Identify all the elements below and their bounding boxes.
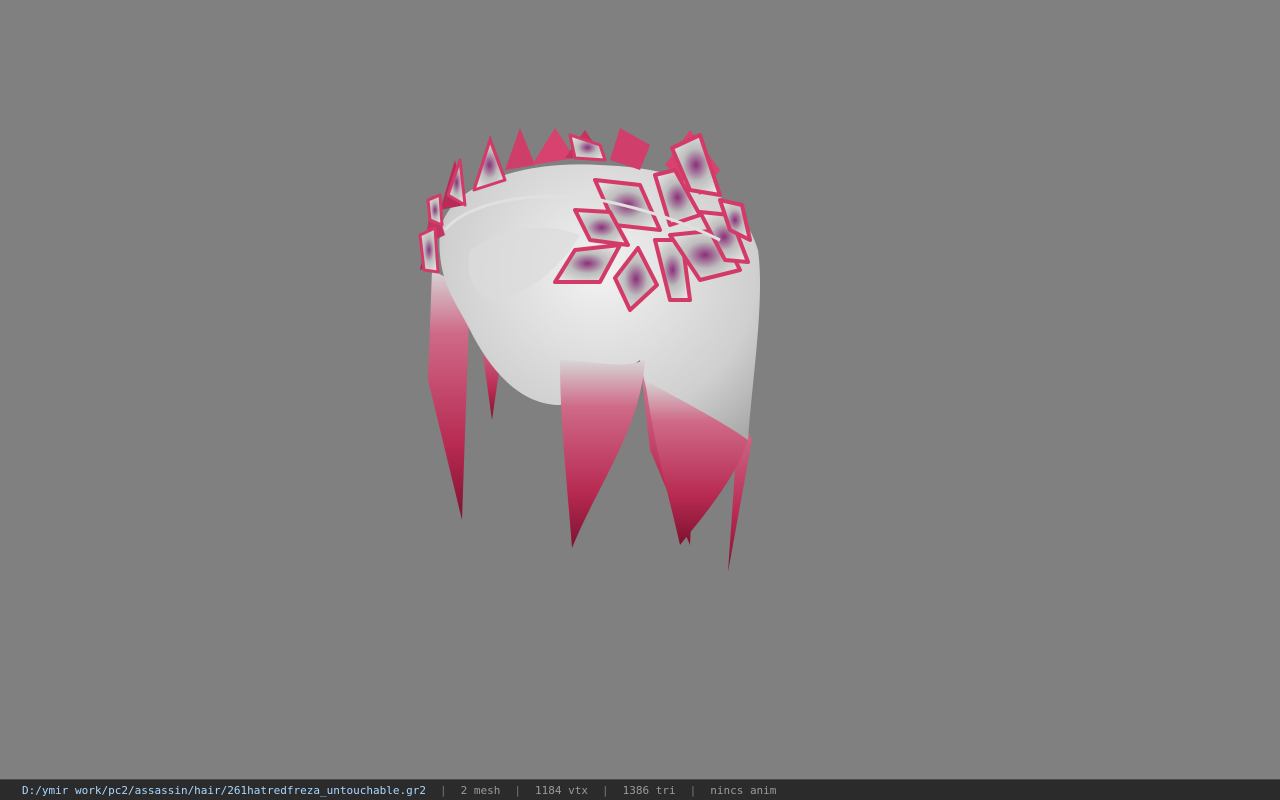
- separator: |: [439, 783, 447, 797]
- file-path: D:/ymir work/pc2/assassin/hair/261hatred…: [22, 783, 426, 797]
- separator: |: [689, 783, 697, 797]
- 3d-viewport[interactable]: [0, 0, 1280, 779]
- separator: |: [601, 783, 609, 797]
- vertex-count: 1184 vtx: [534, 783, 588, 797]
- triangle-count: 1386 tri: [622, 783, 676, 797]
- animation-status: nincs anim: [710, 783, 777, 797]
- mesh-count: 2 mesh: [460, 783, 501, 797]
- separator: |: [514, 783, 521, 797]
- hair-model: [418, 128, 761, 572]
- status-bar: D:/ymir work/pc2/assassin/hair/261hatred…: [0, 779, 1280, 800]
